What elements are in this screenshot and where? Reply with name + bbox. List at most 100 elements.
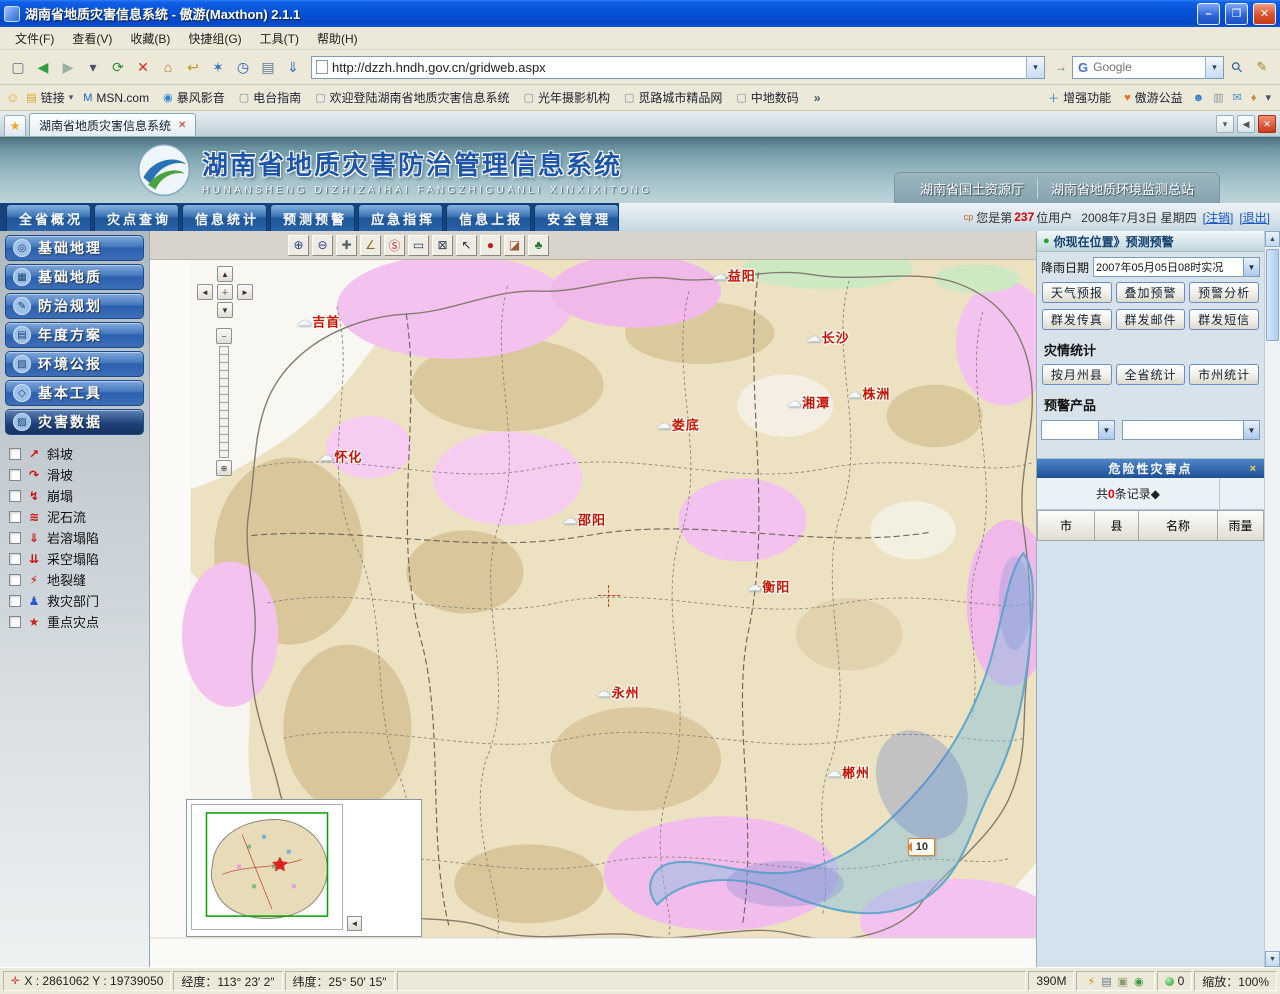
zoom-minus-button[interactable]: − xyxy=(216,328,232,344)
stop-button[interactable]: ✕ xyxy=(131,55,155,79)
link-item[interactable]: ◉ 暴风影音 xyxy=(158,87,234,108)
search-engine-dropdown[interactable]: ▾ xyxy=(1205,57,1223,78)
panel-button[interactable]: 预警分析 xyxy=(1189,282,1259,303)
rain-date-select[interactable]: 2007年05月05日08时实况 ▼ xyxy=(1093,257,1260,277)
nav-tab[interactable]: 预测预警 xyxy=(270,204,355,231)
menu-item[interactable]: 工具(T) xyxy=(251,27,308,50)
layer-checkbox[interactable] xyxy=(9,511,21,523)
minimize-button[interactable]: – xyxy=(1197,3,1220,25)
link-item[interactable]: ▢ 中地数码 xyxy=(731,87,807,108)
menu-item[interactable]: 帮助(H) xyxy=(308,27,367,50)
layer-checkbox[interactable] xyxy=(9,469,21,481)
address-input[interactable] xyxy=(332,60,1026,75)
links-overflow-icon[interactable]: » xyxy=(810,91,825,105)
panel-button[interactable]: 群发邮件 xyxy=(1116,309,1186,330)
home-button[interactable]: ⌂ xyxy=(156,55,180,79)
sidebar-button[interactable]: ◎ 基础地理 xyxy=(5,235,144,261)
pan-right-button[interactable]: ► xyxy=(237,284,253,300)
link-item[interactable]: ▢ 欢迎登陆湖南省地质灾害信息系统 xyxy=(310,87,518,108)
warning-product-select-2[interactable]: ▼ xyxy=(1122,420,1260,440)
sidebar-button[interactable]: ◇ 基本工具 xyxy=(5,380,144,406)
layer-checkbox[interactable] xyxy=(9,448,21,460)
stats-button[interactable]: 全省统计 xyxy=(1116,364,1186,385)
new-tab-button[interactable]: ▢ xyxy=(6,55,30,79)
sidebar-button[interactable]: ▤ 年度方案 xyxy=(5,322,144,348)
map-canvas[interactable]: ▲ ◄ ＋ ► ▼ − ⊕ ☁ xyxy=(150,260,1036,967)
favorites-button[interactable]: ★ xyxy=(4,115,26,136)
menu-item[interactable]: 收藏(B) xyxy=(121,27,179,50)
sidebar-button[interactable]: ▦ 基础地质 xyxy=(5,264,144,290)
download-button[interactable]: ⇓ xyxy=(281,55,305,79)
maximize-button[interactable]: ❐ xyxy=(1225,3,1248,25)
nav-tab[interactable]: 信息上报 xyxy=(446,204,531,231)
layer-checkbox[interactable] xyxy=(9,532,21,544)
tab-active[interactable]: 湖南省地质灾害信息系统 ✕ xyxy=(29,113,196,136)
stats-button[interactable]: 按月州县 xyxy=(1042,364,1112,385)
layer-item[interactable]: ⇓ 岩溶塌陷 xyxy=(9,528,140,547)
layer-item[interactable]: ⇊ 采空塌陷 xyxy=(9,549,140,568)
plugin-button[interactable]: ✶ xyxy=(206,55,230,79)
pan-tool[interactable]: ✚ xyxy=(336,235,357,256)
panel-icon[interactable]: ▥ xyxy=(1210,91,1226,104)
logout-link[interactable]: [注销] xyxy=(1203,209,1234,226)
layer-item[interactable]: ★ 重点灾点 xyxy=(9,612,140,631)
layer-checkbox[interactable] xyxy=(9,574,21,586)
search-box[interactable]: G ▾ xyxy=(1072,56,1224,79)
scroll-up-button[interactable]: ▲ xyxy=(1265,231,1280,247)
pan-up-button[interactable]: ▲ xyxy=(217,266,233,282)
link-item[interactable]: M MSN.com xyxy=(78,89,158,107)
warning-product-select-1[interactable]: ▼ xyxy=(1041,420,1115,440)
links-extend-button[interactable]: ＋ 增强功能 xyxy=(1043,87,1116,108)
account-icon[interactable]: ☻ xyxy=(1190,92,1208,104)
layer-item[interactable]: ⚡ 地裂缝 xyxy=(9,570,140,589)
nav-tab[interactable]: 信息统计 xyxy=(182,204,267,231)
boost-icon[interactable]: ⚡ xyxy=(1087,975,1095,988)
maxthon-smiley-icon[interactable]: ☺ xyxy=(6,90,19,105)
sidebar-button[interactable]: ✎ 防治规划 xyxy=(5,293,144,319)
layer-item[interactable]: ≋ 泥石流 xyxy=(9,507,140,526)
link-item[interactable]: ▤ 链接 ▾ xyxy=(21,87,78,108)
overview-collapse-button[interactable]: ◄ xyxy=(347,916,362,931)
refresh-button[interactable]: ⟳ xyxy=(106,55,130,79)
forward-button[interactable]: ▶ xyxy=(56,55,80,79)
nav-tab[interactable]: 应急指挥 xyxy=(358,204,443,231)
header-link[interactable]: 湖南省地质环境监测总站 xyxy=(1037,179,1207,198)
menu-item[interactable]: 快捷组(G) xyxy=(179,27,250,50)
shield-icon[interactable]: ◉ xyxy=(1134,975,1144,988)
danger-column-header[interactable]: 县 xyxy=(1095,510,1139,541)
zoom-slider-track[interactable] xyxy=(219,346,229,458)
sidebar-button[interactable]: ▨ 灾害数据 xyxy=(5,409,144,435)
address-bar[interactable]: ▾ xyxy=(311,56,1045,79)
exit-link[interactable]: [退出] xyxy=(1239,209,1270,226)
pan-center-button[interactable]: ＋ xyxy=(217,284,233,300)
pan-down-button[interactable]: ▼ xyxy=(217,302,233,318)
layer-checkbox[interactable] xyxy=(9,595,21,607)
links-charity-button[interactable]: ♥ 傲游公益 xyxy=(1119,87,1188,108)
link-item[interactable]: ▢ 光年摄影机构 xyxy=(519,87,619,108)
add-point-tool[interactable]: ● xyxy=(480,235,501,256)
measure-tool[interactable]: ∠ xyxy=(360,235,381,256)
back-button[interactable]: ◀ xyxy=(31,55,55,79)
undo-button[interactable]: ↩ xyxy=(181,55,205,79)
danger-column-header[interactable]: 名称 xyxy=(1139,510,1218,541)
danger-collapse-icon[interactable]: × xyxy=(1250,463,1258,475)
nav-tab[interactable]: 灾点查询 xyxy=(94,204,179,231)
window-titlebar[interactable]: 湖南省地质灾害信息系统 - 傲游(Maxthon) 2.1.1 – ❐ ✕ xyxy=(0,0,1280,27)
zoom-plus-button[interactable]: ⊕ xyxy=(216,460,232,476)
danger-panel-header[interactable]: 危险性灾害点 × xyxy=(1037,459,1264,478)
danger-column-header[interactable]: 市 xyxy=(1037,510,1095,541)
close-button[interactable]: ✕ xyxy=(1253,3,1276,25)
notes-button[interactable]: ▤ xyxy=(256,55,280,79)
go-button[interactable]: → xyxy=(1051,60,1071,74)
stats-button[interactable]: 市州统计 xyxy=(1189,364,1259,385)
layer-item[interactable]: ↗ 斜坡 xyxy=(9,444,140,463)
zoom-cell[interactable]: 缩放：100% xyxy=(1194,971,1277,991)
nav-tab[interactable]: 全省概况 xyxy=(6,204,91,231)
printer-icon[interactable]: ▤ xyxy=(1101,975,1111,988)
search-button[interactable]: ⚲ xyxy=(1225,55,1249,79)
tab-list-button[interactable]: ▾ xyxy=(1216,115,1234,133)
menu-item[interactable]: 文件(F) xyxy=(6,27,63,50)
eraser-tool[interactable]: ◪ xyxy=(504,235,525,256)
zoom-out-tool[interactable]: ⊖ xyxy=(312,235,333,256)
scheduler-button[interactable]: ◷ xyxy=(231,55,255,79)
